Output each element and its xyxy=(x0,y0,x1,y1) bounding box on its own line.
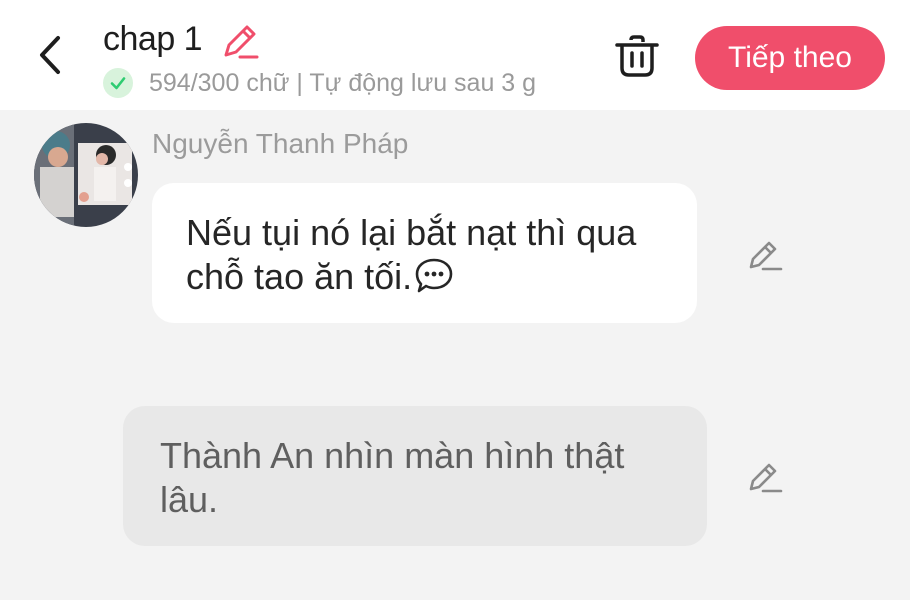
top-bar: chap 1 594/300 chữ | Tự động lưu sau 3 g… xyxy=(0,0,910,110)
avatar[interactable] xyxy=(34,123,138,227)
chevron-left-icon xyxy=(40,36,60,74)
narration-text: Thành An nhìn màn hình thật lâu. xyxy=(160,435,625,520)
dialogue-text-wrapper: Nếu tụi nó lại bắt nạt thì qua chỗ tao ă… xyxy=(186,211,663,305)
dialogue-bubble[interactable]: Nếu tụi nó lại bắt nạt thì qua chỗ tao ă… xyxy=(152,183,697,323)
back-button[interactable] xyxy=(30,30,70,80)
pencil-icon xyxy=(749,241,783,271)
pencil-icon xyxy=(224,25,259,59)
check-icon xyxy=(103,68,133,98)
chapter-title[interactable]: chap 1 xyxy=(103,20,203,59)
word-count-status: 594/300 chữ | Tự động lưu sau 3 g xyxy=(149,68,537,97)
speaker-name: Nguyễn Thanh Pháp xyxy=(152,128,409,159)
dialogue-text: Nếu tụi nó lại bắt nạt thì qua chỗ tao ă… xyxy=(186,212,637,297)
pencil-icon xyxy=(749,463,783,493)
character-avatar-image xyxy=(34,123,138,227)
trash-icon xyxy=(615,35,659,77)
edit-dialogue-button[interactable] xyxy=(745,236,785,276)
speech-bubble-icon xyxy=(414,257,454,305)
next-button[interactable]: Tiếp theo xyxy=(695,26,885,90)
narration-block[interactable]: Thành An nhìn màn hình thật lâu. xyxy=(123,406,707,546)
edit-title-button[interactable] xyxy=(220,21,260,61)
edit-narration-button[interactable] xyxy=(745,458,785,498)
delete-button[interactable] xyxy=(614,33,660,79)
save-status: 594/300 chữ | Tự động lưu sau 3 g xyxy=(103,66,536,100)
